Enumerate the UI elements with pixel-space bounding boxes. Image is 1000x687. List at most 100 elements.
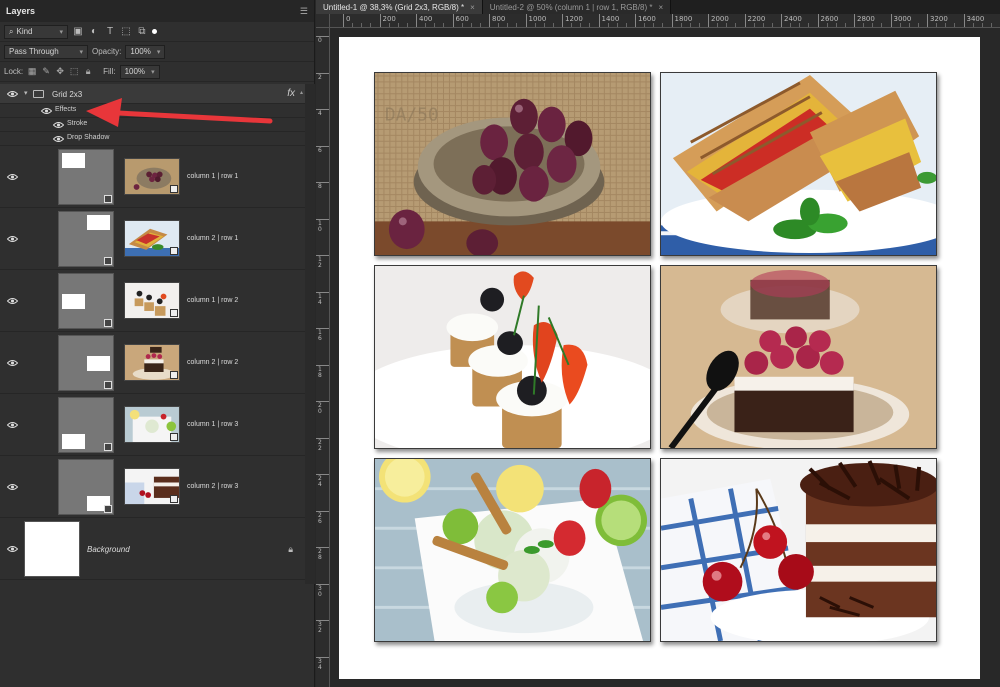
visibility-eye-icon[interactable] <box>52 135 64 143</box>
kind-filter-dropdown[interactable]: ⌕ Kind ▾ <box>4 24 68 39</box>
ruler-tick: 18 <box>316 364 329 378</box>
chevron-down-icon[interactable]: ▾ <box>24 89 28 97</box>
effect-drop-shadow-row[interactable]: Drop Shadow <box>0 132 305 146</box>
ruler-tick: 32 <box>316 620 329 634</box>
layer-row[interactable]: column 1 | row 2 <box>0 270 305 332</box>
layer-mask-thumbnail[interactable] <box>58 273 114 329</box>
ruler-tick-label: 600 <box>455 15 469 23</box>
layer-mask-thumbnail[interactable] <box>58 211 114 267</box>
opacity-field[interactable]: 100% ▾ <box>125 44 166 59</box>
photo-grilled-sandwich[interactable] <box>660 72 937 256</box>
ruler-tick: 1800 <box>671 14 692 27</box>
fx-icon[interactable]: fx <box>287 88 295 99</box>
ruler-corner[interactable] <box>316 14 330 28</box>
layer-mask-thumbnail[interactable] <box>58 459 114 515</box>
lock-all-icon[interactable]: 🔒︎ <box>83 66 93 77</box>
ruler-tick: 2400 <box>781 14 802 27</box>
ruler-tick: 12 <box>316 255 329 269</box>
background-thumbnail[interactable] <box>24 521 80 577</box>
ruler-tick: 3000 <box>890 14 911 27</box>
layer-thumbnail-grapes[interactable] <box>124 158 180 195</box>
visibility-eye-icon[interactable] <box>6 235 18 243</box>
ruler-tick-label: 1400 <box>601 15 620 23</box>
lock-transparency-icon[interactable]: ▦ <box>27 66 37 77</box>
photo-salmon-canapes[interactable] <box>374 265 651 449</box>
ruler-tick-label: 0 <box>318 37 322 44</box>
ruler-tick: 6 <box>316 145 329 153</box>
ruler-tick: 14 <box>316 291 329 305</box>
tab-untitled-1[interactable]: Untitled-1 @ 38,3% (Grid 2x3, RGB/8) * × <box>316 0 483 14</box>
horizontal-ruler[interactable]: 0 200 400 600 800 1000 1200 1400 1600 1800 2000 220… <box>330 14 1000 28</box>
layer-mask-thumbnail[interactable] <box>58 397 114 453</box>
vertical-ruler[interactable]: 0 2 4 6 8 10 12 14 16 18 20 22 24 26 28 30 32 34 <box>316 28 330 687</box>
close-icon[interactable]: × <box>658 3 663 12</box>
tab-label: Untitled-1 @ 38,3% (Grid 2x3, RGB/8) * <box>323 2 465 12</box>
background-layer-name: Background <box>87 545 130 554</box>
layer-row[interactable]: column 2 | row 1 <box>0 208 305 270</box>
visibility-eye-icon[interactable] <box>40 107 52 115</box>
layer-row[interactable]: column 2 | row 2 <box>0 332 305 394</box>
panel-tabbar: Layers ☰ <box>0 0 314 22</box>
layer-row[interactable]: column 2 | row 3 <box>0 456 305 518</box>
visibility-eye-icon[interactable] <box>6 359 18 367</box>
lock-brush-icon[interactable]: ✎ <box>41 66 51 77</box>
filter-toggle-icon[interactable] <box>152 29 157 34</box>
layer-row[interactable]: column 1 | row 3 <box>0 394 305 456</box>
panel-menu-icon[interactable]: ☰ <box>300 6 308 17</box>
visibility-eye-icon[interactable] <box>6 483 18 491</box>
ruler-tick-label: 2800 <box>857 15 875 23</box>
layer-thumbnail-cake[interactable] <box>124 468 180 505</box>
ruler-tick: 400 <box>416 14 432 27</box>
visibility-eye-icon[interactable] <box>6 297 18 305</box>
layer-name: column 2 | row 3 <box>187 483 239 490</box>
lock-move-icon[interactable]: ✥ <box>55 66 65 77</box>
photo-raspberry-brownie[interactable] <box>660 265 937 449</box>
close-icon[interactable]: × <box>470 3 475 12</box>
lock-artboard-icon[interactable]: ⬚ <box>69 66 79 77</box>
visibility-eye-icon[interactable] <box>6 173 18 181</box>
layer-thumbnail-canapes[interactable] <box>124 282 180 319</box>
ruler-tick: 24 <box>316 474 329 488</box>
layer-thumbnail-sandwich[interactable] <box>124 220 180 257</box>
layer-mask-thumbnail[interactable] <box>58 149 114 205</box>
ruler-tick: 1200 <box>562 14 583 27</box>
background-layer-row[interactable]: Background 🔒︎ <box>0 518 305 580</box>
photo-ice-cream-lime[interactable] <box>374 458 651 642</box>
layer-mask-thumbnail[interactable] <box>58 335 114 391</box>
ruler-tick-label: 20 <box>318 402 322 415</box>
layers-tab[interactable]: Layers <box>6 6 35 16</box>
fill-field[interactable]: 100% ▾ <box>119 64 160 79</box>
chevron-up-icon[interactable]: ▴ <box>300 89 303 96</box>
kind-filter-value: Kind <box>16 27 33 36</box>
filter-shape-icon[interactable]: ⬚ <box>120 26 132 38</box>
layer-thumbnail-ice-cream[interactable] <box>124 406 180 443</box>
ruler-tick-label: 2400 <box>784 15 802 23</box>
visibility-eye-icon[interactable] <box>6 421 18 429</box>
ruler-tick: 22 <box>316 437 329 451</box>
visibility-eye-icon[interactable] <box>6 545 18 553</box>
filter-pixel-icon[interactable]: ▣ <box>72 26 84 38</box>
ruler-tick-label: 400 <box>419 15 433 23</box>
panel-scrollbar[interactable] <box>305 84 315 584</box>
photo-black-forest-cake[interactable] <box>660 458 937 642</box>
blend-mode-dropdown[interactable]: Pass Through ▾ <box>4 44 88 59</box>
document-canvas[interactable]: DA/50 <box>339 37 980 679</box>
annotation-arrow-icon <box>86 98 273 127</box>
ruler-tick: 34 <box>316 656 329 670</box>
opacity-value: 100% <box>130 47 151 56</box>
ruler-tick-label: 16 <box>318 329 322 342</box>
layers-list: ▾ Grid 2x3 fx ▴ Effects Stroke Drop Shad… <box>0 84 305 580</box>
ruler-tick-label: 6 <box>318 146 322 154</box>
layer-row[interactable]: column 1 | row 1 <box>0 146 305 208</box>
ruler-tick: 4 <box>316 109 329 117</box>
filter-type-icon[interactable]: T <box>104 26 116 38</box>
visibility-eye-icon[interactable] <box>6 90 18 98</box>
tab-untitled-2[interactable]: Untitled-2 @ 50% (column 1 | row 1, RGB/… <box>482 0 672 14</box>
filter-smart-object-icon[interactable]: ⧉ <box>136 26 148 38</box>
photo-grapes-in-bowl[interactable]: DA/50 <box>374 72 651 256</box>
filter-adjustment-icon[interactable]: ◐ <box>88 26 100 38</box>
ruler-tick-label: 1800 <box>674 15 693 23</box>
visibility-eye-icon[interactable] <box>52 121 64 129</box>
layer-thumbnail-brownie[interactable] <box>124 344 180 381</box>
layer-name: column 2 | row 2 <box>187 359 239 366</box>
